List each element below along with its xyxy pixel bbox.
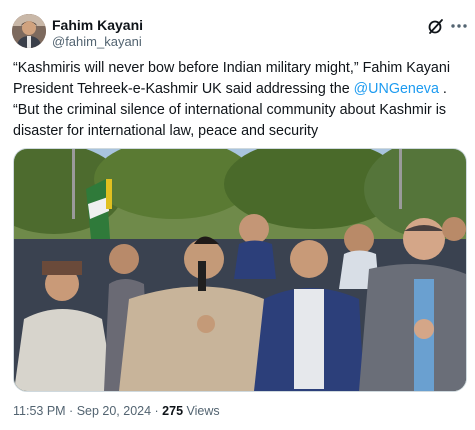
separator: ·: [151, 404, 163, 418]
views-label: Views: [183, 404, 220, 418]
tweet-time[interactable]: 11:53 PM: [13, 404, 66, 418]
views-count: 275: [162, 404, 184, 418]
more-options-icon[interactable]: [449, 16, 469, 36]
separator: ·: [65, 404, 77, 418]
mention-link[interactable]: @UNGeneva: [354, 81, 439, 97]
tweet-photo[interactable]: [13, 148, 467, 392]
tweet-text: “Kashmiris will never bow before Indian …: [13, 58, 468, 142]
tweet-meta: 11:53 PM · Sep 20, 2024 · 275 Views: [13, 404, 220, 418]
tweet-card: Fahim Kayani @fahim_kayani “Kashmiris wi…: [0, 0, 475, 430]
grok-icon[interactable]: [427, 17, 445, 35]
author-name[interactable]: Fahim Kayani: [52, 17, 143, 33]
tweet-date[interactable]: Sep 20, 2024: [77, 404, 151, 418]
author-handle[interactable]: @fahim_kayani: [52, 34, 142, 49]
author-avatar[interactable]: [12, 14, 46, 48]
